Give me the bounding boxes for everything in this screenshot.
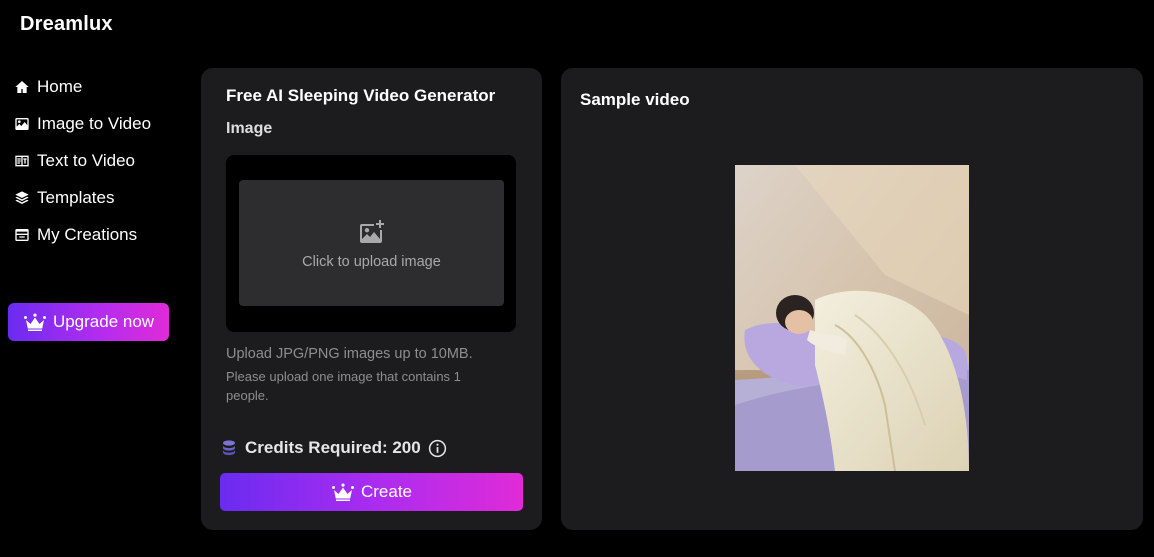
upgrade-label: Upgrade now (52, 312, 155, 331)
crown-icon (23, 313, 46, 331)
sidebar-item-home[interactable]: Home (13, 74, 188, 100)
create-button[interactable]: Create (220, 473, 523, 511)
sidebar-item-text-to-video[interactable]: Text to Video (13, 148, 188, 174)
sample-video[interactable] (735, 165, 969, 471)
image-icon (13, 115, 31, 133)
sample-panel: Sample video (561, 68, 1143, 530)
sidebar-item-label: Text to Video (37, 151, 135, 170)
sample-video-thumbnail (735, 165, 969, 471)
layers-icon (13, 189, 31, 207)
sidebar-item-label: Image to Video (37, 114, 152, 133)
upload-hint-size: Upload JPG/PNG images up to 10MB. (226, 346, 473, 362)
sidebar-item-templates[interactable]: Templates (13, 185, 188, 211)
coins-icon (223, 440, 235, 456)
upgrade-button[interactable]: Upgrade now (8, 303, 169, 341)
info-icon[interactable] (428, 439, 447, 458)
upload-hint-people: Please upload one image that contains 1 … (226, 369, 461, 403)
home-icon (13, 78, 31, 96)
credits-required: Credits Required: 200 (221, 438, 447, 458)
generator-title: Free AI Sleeping Video Generator (226, 86, 496, 105)
brand-logo[interactable]: Dreamlux (20, 13, 113, 36)
sample-title: Sample video (580, 90, 690, 109)
upload-text: Click to upload image (302, 254, 441, 270)
app-root: Dreamlux Home Image to Video Text to Vid… (0, 0, 1154, 557)
archive-icon (13, 226, 31, 244)
sidebar-item-label: Templates (37, 188, 115, 207)
create-label: Create (360, 482, 413, 501)
sidebar-nav: Home Image to Video Text to Video Templa… (13, 74, 188, 259)
sidebar-item-label: Home (37, 77, 83, 96)
upload-container: Click to upload image (226, 155, 516, 332)
crown-icon (331, 483, 354, 501)
sidebar-item-my-creations[interactable]: My Creations (13, 222, 188, 248)
sidebar-item-label: My Creations (37, 225, 138, 244)
add-image-icon (359, 220, 384, 243)
generator-panel: Free AI Sleeping Video Generator Image C… (201, 68, 542, 530)
upload-dropzone[interactable]: Click to upload image (239, 180, 504, 306)
sidebar-item-image-to-video[interactable]: Image to Video (13, 111, 188, 137)
image-section-label: Image (226, 120, 273, 137)
credits-label: Credits Required: 200 (245, 438, 421, 457)
text-video-icon (13, 152, 31, 170)
